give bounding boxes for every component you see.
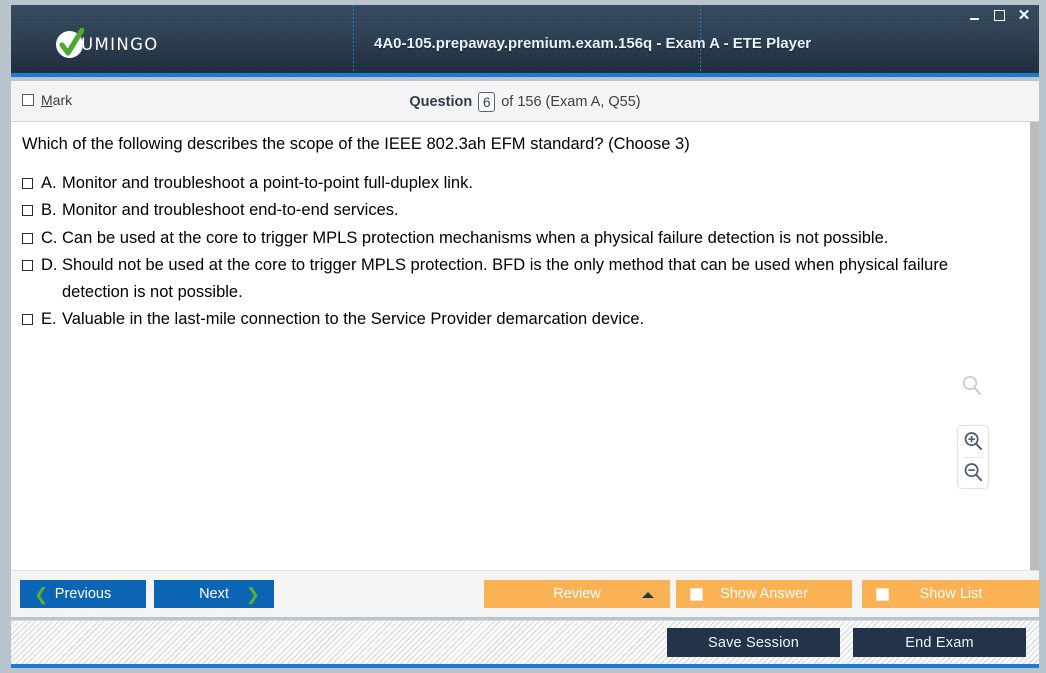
zoom-out-icon[interactable] <box>958 458 988 489</box>
zoom-in-icon[interactable] <box>958 426 988 457</box>
question-counter-word: Question <box>409 94 473 110</box>
show-list-button-label: Show List <box>919 586 983 602</box>
save-session-button-label: Save Session <box>707 634 800 651</box>
review-button[interactable]: Review <box>484 580 670 608</box>
answer-option-letter: B. <box>41 201 57 220</box>
magnifier-icon <box>961 375 983 402</box>
title-bar: UMINGO 4A0-105.prepaway.premium.exam.156… <box>11 5 1039 73</box>
answer-option-letter: C. <box>41 228 58 247</box>
question-header-bar: Mark Question 6 of 156 (Exam A, Q55) <box>11 81 1039 122</box>
show-answer-button-label: Show Answer <box>720 586 808 602</box>
show-list-checkbox[interactable] <box>876 588 889 601</box>
show-answer-checkbox[interactable] <box>690 588 703 601</box>
previous-button-label: Previous <box>54 586 112 602</box>
next-button[interactable]: Next ❯ <box>154 580 274 608</box>
answer-option-checkbox[interactable] <box>22 232 33 244</box>
close-icon[interactable]: ✕ <box>1017 8 1031 23</box>
question-number-field[interactable]: 6 <box>478 92 496 112</box>
show-answer-button[interactable]: Show Answer <box>676 580 852 608</box>
end-exam-button[interactable]: End Exam <box>853 628 1026 657</box>
question-text: Which of the following describes the sco… <box>22 135 690 153</box>
answer-option-text: Valuable in the last-mile connection to … <box>62 309 645 328</box>
question-content-area: Which of the following describes the sco… <box>11 122 1030 570</box>
answer-option[interactable]: D. Should not be used at the core to tri… <box>22 252 1017 305</box>
chevron-left-icon: ❮ <box>34 584 49 604</box>
end-exam-button-label: End Exam <box>905 634 974 651</box>
answer-option-checkbox[interactable] <box>22 260 33 272</box>
answer-option-text: Can be used at the core to trigger MPLS … <box>62 228 889 247</box>
title-bar-accent-line <box>11 73 1039 77</box>
bottom-accent-line <box>11 664 1039 668</box>
caret-up-icon <box>642 592 654 598</box>
answer-option-text: Should not be used at the core to trigge… <box>62 256 949 301</box>
answer-option-checkbox[interactable] <box>22 205 33 217</box>
answer-option[interactable]: B. Monitor and troubleshoot end-to-end s… <box>22 197 1017 223</box>
navigation-bar: ❮ Previous Next ❯ Review Show Answer Sho… <box>11 570 1040 617</box>
answer-option[interactable]: E. Valuable in the last-mile connection … <box>22 306 1017 332</box>
brand-logo: UMINGO <box>56 28 159 58</box>
answer-options-list: A. Monitor and troubleshoot a point-to-p… <box>22 170 1017 333</box>
show-list-button[interactable]: Show List <box>862 580 1040 608</box>
answer-option-letter: A. <box>41 174 57 192</box>
answer-option-letter: D. <box>41 256 58 275</box>
status-bar: Save Session End Exam <box>11 620 1039 664</box>
answer-option-letter: E. <box>41 309 57 328</box>
vumingo-check-icon <box>56 28 84 58</box>
window-title: 4A0-105.prepaway.premium.exam.156q - Exa… <box>374 35 812 52</box>
zoom-controls-panel <box>957 425 989 489</box>
window-controls: ✕ <box>967 8 1031 23</box>
previous-button[interactable]: ❮ Previous <box>20 580 146 608</box>
save-session-button[interactable]: Save Session <box>667 628 840 657</box>
question-counter: Question 6 of 156 (Exam A, Q55) <box>11 92 1039 112</box>
title-bar-divider-left <box>353 5 354 73</box>
maximize-icon[interactable] <box>992 8 1006 22</box>
answer-option-checkbox[interactable] <box>22 313 33 325</box>
minimize-icon[interactable] <box>967 8 981 22</box>
answer-option-text: Monitor and troubleshoot a point-to-poin… <box>62 174 473 192</box>
brand-name: UMINGO <box>81 35 159 54</box>
chevron-right-icon: ❯ <box>245 584 260 604</box>
answer-option[interactable]: A. Monitor and troubleshoot a point-to-p… <box>22 170 1017 196</box>
answer-option[interactable]: C. Can be used at the core to trigger MP… <box>22 225 1017 251</box>
question-counter-total: of 156 (Exam A, Q55) <box>501 94 641 110</box>
review-button-label: Review <box>553 586 601 602</box>
answer-option-checkbox[interactable] <box>22 178 33 189</box>
content-scrollbar[interactable] <box>1030 122 1039 570</box>
ete-player-window: UMINGO 4A0-105.prepaway.premium.exam.156… <box>0 0 1046 673</box>
answer-option-text: Monitor and troubleshoot end-to-end serv… <box>62 201 399 220</box>
next-button-label: Next <box>199 586 229 602</box>
